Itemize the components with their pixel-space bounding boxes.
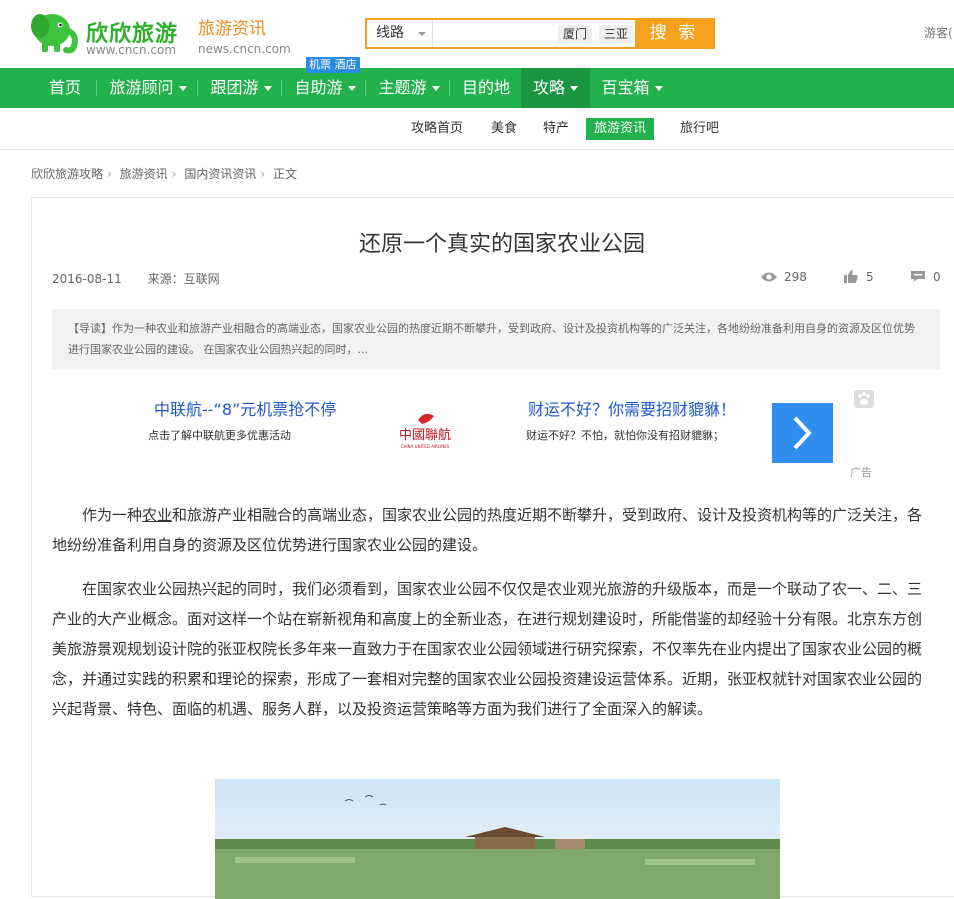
caret-down-icon [654,86,663,91]
nav-item-toolbox[interactable]: 百宝箱 [594,68,670,108]
nav-item-label: 攻略 [532,78,565,97]
article-image [215,779,780,899]
nav-badge-flight-hotel[interactable]: 机票 酒店 [306,57,360,73]
chevron-right-icon: › [107,167,112,181]
article-container: 还原一个真实的国家农业公园 2016-08-11 来源：互联网 298 5 0 … [31,197,954,899]
nav-divider [449,80,450,96]
site-logo[interactable]: 欣欣旅游 www.cncn.com [30,10,180,58]
caret-down-icon [570,86,578,91]
paw-icon[interactable] [854,390,874,408]
caret-down-icon [263,86,272,91]
view-count-value: 298 [784,270,807,284]
ad-desc-pixiu: 财运不好？不怕，就怕你没有招财貔貅； [526,429,724,442]
nav-divider [281,80,282,96]
like-button[interactable]: 5 [844,270,874,284]
nav-item-label: 首页 [48,78,81,97]
breadcrumb-link[interactable]: 欣欣旅游攻略 [31,167,103,181]
park-landscape-image [215,779,780,899]
ad-title-pixiu[interactable]: 财运不好？你需要招财貔貅！ [528,396,736,420]
chevron-right-icon [793,416,812,450]
paragraph-text: 作为一种 [82,506,143,524]
sub-nav: 攻略首页 美食 特产 旅游资讯 旅行吧 [0,108,954,150]
nav-item-group-tour[interactable]: 跟团游 [203,68,279,108]
article-source: 来源：互联网 [147,272,220,286]
subnav-item-food[interactable]: 美食 [483,118,525,140]
cua-logo-en: CHINA UNITED AIRLINES [401,444,450,449]
ad-label: 广告 [850,466,872,479]
article-body: 作为一种农业和旅游产业相融合的高端业态，国家农业公园的热度近期不断攀升，受到政府… [52,500,936,738]
subnav-item-travel-bar[interactable]: 旅行吧 [672,118,727,140]
hot-tag-xiamen[interactable]: 厦门 [558,25,593,43]
breadcrumb: 欣欣旅游攻略 › 旅游资讯 › 国内资讯资讯 › 正文 [31,165,297,182]
nav-item-label: 百宝箱 [601,78,650,97]
comment-icon [911,271,925,282]
view-count: 298 [760,270,807,284]
cua-logo-text: 中國聯航 [399,427,451,443]
keyword-link-agriculture[interactable]: 农业 [142,506,172,524]
eye-icon [761,272,777,282]
article-paragraph: 在国家农业公园热兴起的同时，我们必须看到，国家农业公园不仅仅是农业观光旅游的升级… [52,580,923,718]
elephant-logo-icon [31,14,78,54]
cua-logo: 中國聯航 CHINA UNITED AIRLINES [392,412,458,452]
search-input[interactable] [433,20,553,47]
article-lead: 【导读】作为一种农业和旅游产业相融合的高端业态，国家农业公园的热度近期不断攀升，… [52,309,940,369]
subnav-item-specialty[interactable]: 特产 [535,118,577,140]
breadcrumb-link[interactable]: 国内资讯资讯 [184,167,256,181]
thumbs-up-icon [844,270,858,283]
nav-item-label: 自助游 [294,78,343,97]
nav-item-self-guided[interactable]: 自助游 [287,68,363,108]
search-button[interactable]: 搜 索 [635,18,713,49]
ad-title-flight[interactable]: 中联航--“8”元机票抢不停 [154,396,336,420]
nav-divider [365,80,366,96]
cua-logo-icon: 中國聯航 CHINA UNITED AIRLINES [399,413,451,449]
brand-url: www.cncn.com [86,43,177,57]
caret-down-icon [347,86,356,91]
nav-item-home[interactable]: 首页 [36,68,94,108]
nav-item-destination[interactable]: 目的地 [455,68,517,108]
nav-item-label: 目的地 [461,78,510,97]
search-type-select[interactable]: 线路 [367,20,433,47]
main-nav: 首页 旅游顾问 跟团游 自助游 主题游 目的地 攻略 百宝箱 [0,68,954,108]
chevron-right-icon: › [260,167,266,181]
caret-down-icon [418,32,426,36]
nav-item-label: 旅游顾问 [109,78,174,97]
nav-item-theme-tour[interactable]: 主题游 [371,68,447,108]
paragraph-text: 和旅游产业相融合的高端业态，国家农业公园的热度近期不断攀升，受到政府、设计及投资… [52,506,923,554]
ad-desc-flight: 点击了解中联航更多优惠活动 [148,429,291,442]
ad-banner[interactable]: 中联航--“8”元机票抢不停 点击了解中联航更多优惠活动 中國聯航 CHINA … [52,380,940,482]
search-bar: 线路 厦门 三亚 搜 索 [365,18,715,49]
channel-logo[interactable]: 旅游资讯 news.cncn.com [198,14,291,56]
article-meta: 2016-08-11 来源：互联网 [52,270,242,287]
nav-item-label: 主题游 [378,78,427,97]
ad-next-button[interactable] [772,403,833,463]
subnav-item-guide-home[interactable]: 攻略首页 [403,118,471,140]
breadcrumb-link[interactable]: 旅游资讯 [120,167,168,181]
chevron-right-icon: › [171,167,177,181]
guest-status[interactable]: 游客( [924,24,953,41]
article-paragraph: 作为一种农业和旅游产业相融合的高端业态，国家农业公园的热度近期不断攀升，受到政府… [52,500,936,560]
like-count-value: 5 [866,270,874,284]
channel-url: news.cncn.com [198,42,291,56]
search-type-label: 线路 [376,25,404,41]
channel-name: 旅游资讯 [198,19,266,39]
comment-count-value: 0 [933,270,941,284]
nav-item-advisor[interactable]: 旅游顾问 [103,68,193,108]
caret-down-icon [178,86,187,91]
comment-button[interactable]: 0 [911,270,941,284]
site-header: 欣欣旅游 www.cncn.com 旅游资讯 news.cncn.com 线路 … [0,0,954,68]
nav-divider [96,80,97,96]
hot-tag-sanya[interactable]: 三亚 [599,25,634,43]
nav-divider [197,80,198,96]
breadcrumb-current: 正文 [272,167,297,181]
caret-down-icon [431,86,440,91]
article-title: 还原一个真实的国家农业公园 [358,232,645,257]
article-date: 2016-08-11 [52,272,122,286]
nav-item-guide[interactable]: 攻略 [521,68,590,108]
nav-item-label: 跟团游 [210,78,259,97]
subnav-item-travel-news[interactable]: 旅游资讯 [586,118,655,140]
